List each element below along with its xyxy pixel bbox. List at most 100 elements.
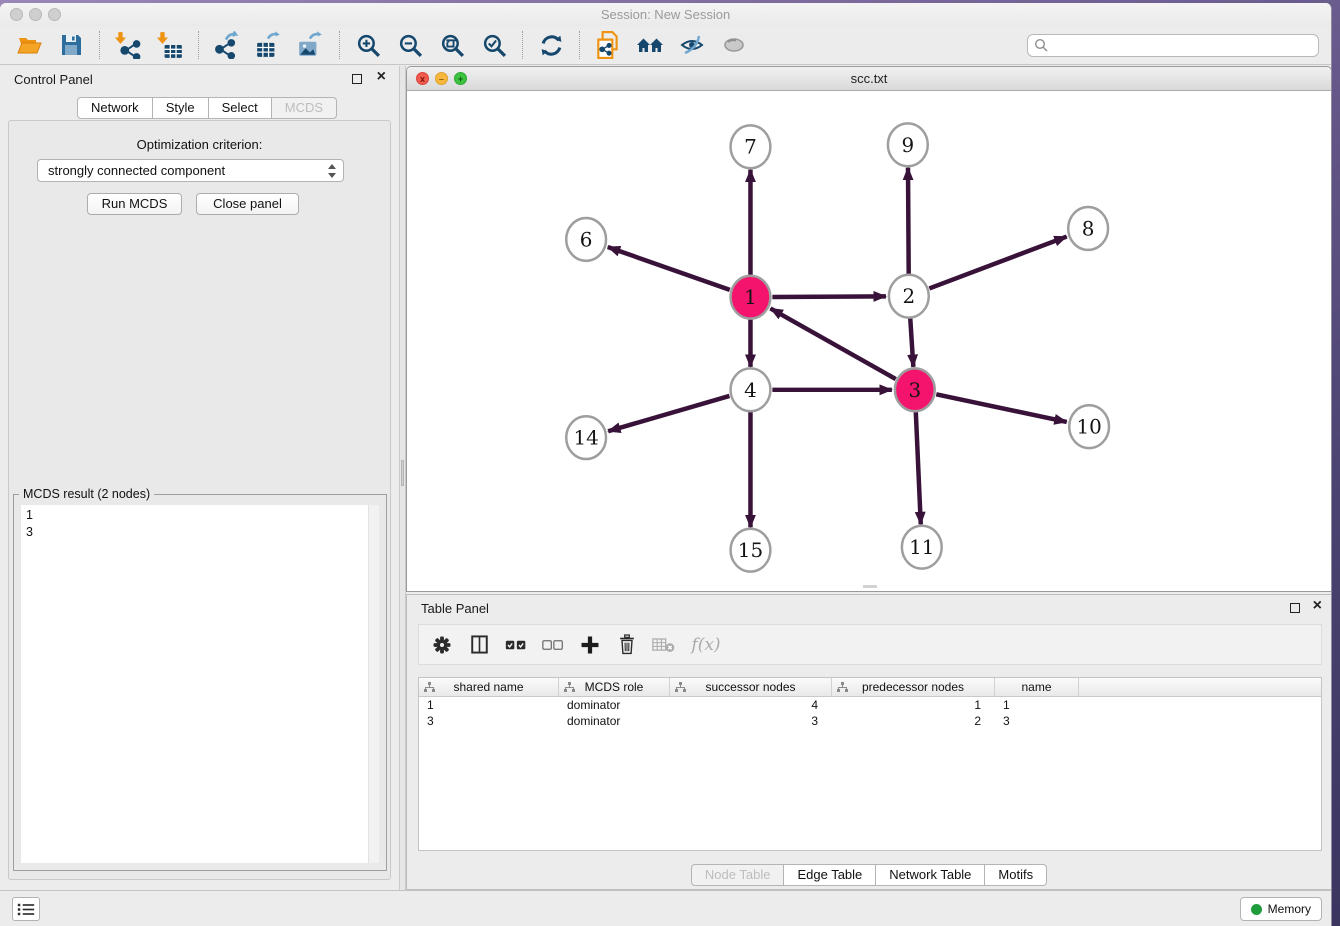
svg-text:4: 4 xyxy=(744,379,757,402)
window-resize-grip[interactable] xyxy=(863,585,877,588)
zoom-out-button[interactable] xyxy=(389,28,431,62)
table-cell: 1 xyxy=(995,698,1079,712)
export-table-button[interactable] xyxy=(248,28,290,62)
panel-splitter[interactable] xyxy=(399,66,406,890)
clone-network-button[interactable] xyxy=(587,28,629,62)
table-header-row: shared nameMCDS rolesuccessor nodesprede… xyxy=(419,678,1321,697)
deselect-all-checkboxes-button[interactable] xyxy=(538,630,568,660)
graph-edge-3-1[interactable] xyxy=(770,308,895,379)
application-window: Session: New Session xyxy=(0,3,1332,926)
graph-edge-3-10[interactable] xyxy=(936,394,1066,422)
delete-columns-button[interactable] xyxy=(612,630,642,660)
table-options-button[interactable] xyxy=(427,630,457,660)
network-canvas[interactable]: 7 9 6 8 1 2 4 3 14 10 15 11 xyxy=(407,91,1331,591)
delete-table-icon xyxy=(652,636,676,654)
memory-button[interactable]: Memory xyxy=(1240,897,1322,921)
zoom-selected-button[interactable] xyxy=(473,28,515,62)
table-row[interactable]: 1dominator411 xyxy=(419,697,1321,713)
graph-edge-3-11[interactable] xyxy=(916,412,921,525)
graph-edge-4-14[interactable] xyxy=(608,396,729,431)
table-cell: 1 xyxy=(832,698,995,712)
export-network-button[interactable] xyxy=(206,28,248,62)
graph-edge-2-8[interactable] xyxy=(929,237,1066,289)
mcds-result-text: 1 3 xyxy=(21,505,379,543)
import-table-button[interactable] xyxy=(149,28,191,62)
apply-layout-button[interactable] xyxy=(530,28,572,62)
export-image-button[interactable] xyxy=(290,28,332,62)
hierarchy-icon xyxy=(564,682,575,693)
open-session-button[interactable] xyxy=(8,28,50,62)
eye-disabled-icon xyxy=(720,32,748,58)
close-panel-icon[interactable]: × xyxy=(377,70,386,84)
import-network-icon xyxy=(114,31,142,59)
graph-node-8[interactable]: 8 xyxy=(1068,207,1108,250)
toolbar-separator xyxy=(522,31,523,59)
tab-edge-table[interactable]: Edge Table xyxy=(784,864,876,886)
column-header-predecessor-nodes[interactable]: predecessor nodes xyxy=(832,678,995,696)
graph-edge-1-2[interactable] xyxy=(772,296,886,297)
column-header-name[interactable]: name xyxy=(995,678,1079,696)
graph-edge-2-9[interactable] xyxy=(908,168,909,275)
control-panel: Control Panel × Network Style Select MCD… xyxy=(0,66,399,890)
graph-node-15[interactable]: 15 xyxy=(731,529,771,572)
result-scrollbar[interactable] xyxy=(368,505,379,863)
network-view-window: x – + scc.txt 7 9 6 8 1 2 4 3 14 10 15 11 xyxy=(406,66,1332,592)
tab-select[interactable]: Select xyxy=(209,97,272,119)
select-all-checkboxes-button[interactable] xyxy=(501,630,531,660)
zoom-fit-button[interactable] xyxy=(431,28,473,62)
task-history-button[interactable] xyxy=(12,897,40,921)
run-mcds-button[interactable]: Run MCDS xyxy=(87,193,182,215)
splitter-grip[interactable] xyxy=(401,460,404,486)
column-header-successor-nodes[interactable]: successor nodes xyxy=(670,678,832,696)
zoom-in-icon xyxy=(355,32,382,59)
table-cell: 3 xyxy=(419,714,559,728)
tab-network-table[interactable]: Network Table xyxy=(876,864,985,886)
graph-node-1[interactable]: 1 xyxy=(731,276,771,319)
graph-node-7[interactable]: 7 xyxy=(731,125,771,168)
show-all-networks-button[interactable] xyxy=(629,28,671,62)
criterion-select[interactable]: strongly connected component xyxy=(37,159,344,182)
tab-node-table[interactable]: Node Table xyxy=(691,864,785,886)
toolbar-separator xyxy=(339,31,340,59)
svg-text:8: 8 xyxy=(1082,217,1095,240)
table-close-panel-icon[interactable]: × xyxy=(1313,599,1322,613)
show-columns-button[interactable] xyxy=(464,630,494,660)
search-input[interactable] xyxy=(1027,34,1319,57)
tab-network[interactable]: Network xyxy=(77,97,153,119)
clone-network-icon xyxy=(594,31,622,59)
import-network-button[interactable] xyxy=(107,28,149,62)
graph-node-9[interactable]: 9 xyxy=(888,123,928,166)
float-panel-icon[interactable] xyxy=(352,72,362,84)
export-table-icon xyxy=(255,31,283,59)
network-graph: 7 9 6 8 1 2 4 3 14 10 15 11 xyxy=(407,91,1331,591)
svg-text:14: 14 xyxy=(573,427,598,450)
tab-motifs[interactable]: Motifs xyxy=(985,864,1047,886)
zoom-fit-icon xyxy=(439,32,466,59)
graph-node-11[interactable]: 11 xyxy=(902,526,942,569)
graph-node-10[interactable]: 10 xyxy=(1069,405,1109,448)
network-window-titlebar: x – + scc.txt xyxy=(407,67,1331,91)
graph-edge-1-6[interactable] xyxy=(608,247,730,290)
column-header-shared-name[interactable]: shared name xyxy=(419,678,559,696)
graph-node-3[interactable]: 3 xyxy=(895,368,935,411)
graph-edge-2-3[interactable] xyxy=(910,318,913,367)
save-session-button[interactable] xyxy=(50,28,92,62)
zoom-in-button[interactable] xyxy=(347,28,389,62)
close-panel-button[interactable]: Close panel xyxy=(196,193,299,215)
tab-mcds[interactable]: MCDS xyxy=(272,97,337,119)
graph-node-2[interactable]: 2 xyxy=(889,275,929,318)
function-builder-button: f(x) xyxy=(686,630,726,660)
table-float-panel-icon[interactable] xyxy=(1290,601,1300,613)
graph-node-4[interactable]: 4 xyxy=(731,368,771,411)
add-column-button[interactable] xyxy=(575,630,605,660)
hide-selected-button[interactable] xyxy=(671,28,713,62)
table-cell: dominator xyxy=(559,714,670,728)
table-row[interactable]: 3dominator323 xyxy=(419,713,1321,729)
graph-node-6[interactable]: 6 xyxy=(566,218,606,261)
table-panel-title: Table Panel xyxy=(421,601,489,616)
column-header-MCDS-role[interactable]: MCDS role xyxy=(559,678,670,696)
graph-node-14[interactable]: 14 xyxy=(566,416,606,459)
tab-style[interactable]: Style xyxy=(153,97,209,119)
gear-icon xyxy=(432,635,452,655)
network-window-title: scc.txt xyxy=(407,71,1331,86)
